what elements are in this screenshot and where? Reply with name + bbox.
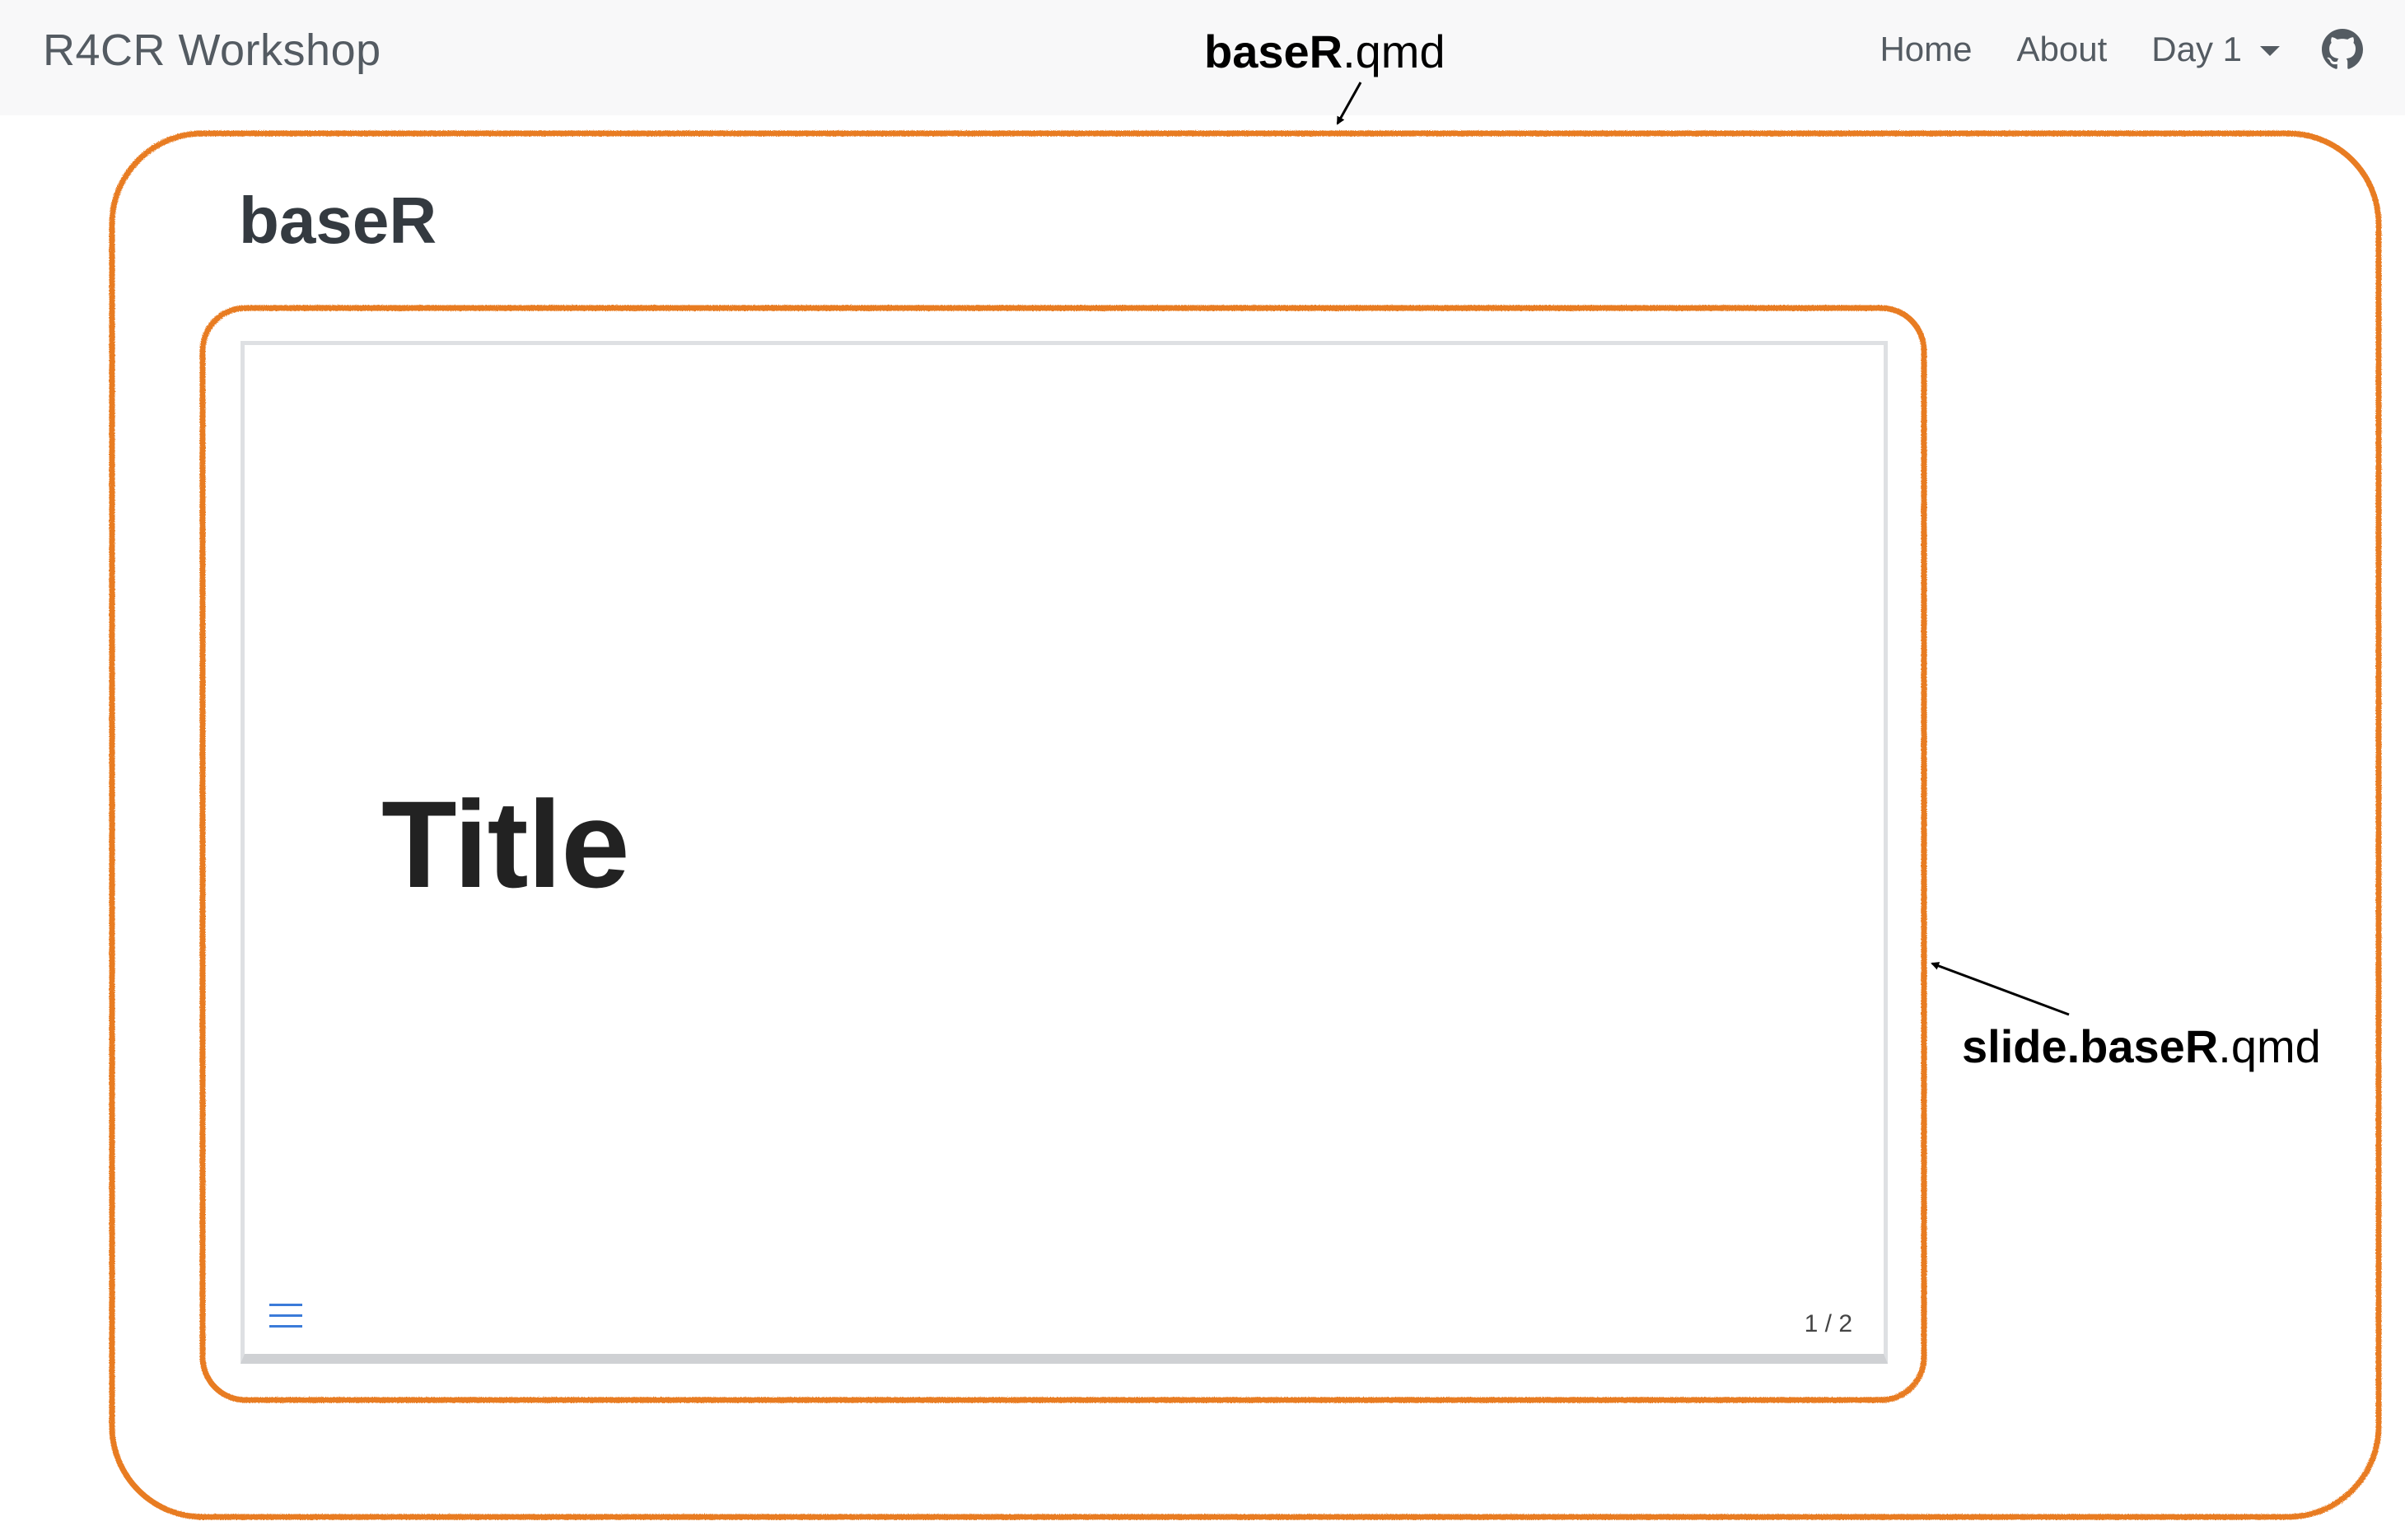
nav-link-home[interactable]: Home [1880, 30, 1972, 69]
navbar: R4CR Workshop Home About Day 1 [0, 0, 2405, 115]
page-file-ext: .qmd [1343, 26, 1445, 77]
hamburger-menu-icon[interactable] [269, 1302, 302, 1330]
page-file-annotation: baseR.qmd [1204, 25, 1445, 78]
page: R4CR Workshop Home About Day 1 baseR.qmd… [0, 0, 2405, 1540]
github-icon[interactable] [2321, 28, 2364, 71]
slide-file-name: slide.baseR [1962, 1020, 2219, 1072]
nav-links: Home About Day 1 [1835, 0, 2364, 99]
embedded-slide[interactable]: Title 1 / 2 [240, 341, 1888, 1364]
slide-annotation-arrow [1931, 962, 2070, 1016]
slide-title: Title [381, 775, 630, 913]
nav-dropdown-day1[interactable]: Day 1 [2151, 30, 2280, 69]
page-file-name: baseR [1204, 26, 1343, 77]
slide-number: 1 / 2 [1804, 1310, 1852, 1337]
nav-link-about[interactable]: About [2017, 30, 2108, 69]
caret-down-icon [2260, 46, 2280, 56]
slide-file-ext: .qmd [2218, 1020, 2321, 1072]
page-title: baseR [239, 184, 437, 257]
slide-file-annotation: slide.baseR.qmd [1962, 1020, 2321, 1073]
navbar-brand[interactable]: R4CR Workshop [43, 25, 381, 76]
nav-dropdown-label: Day 1 [2151, 30, 2242, 68]
